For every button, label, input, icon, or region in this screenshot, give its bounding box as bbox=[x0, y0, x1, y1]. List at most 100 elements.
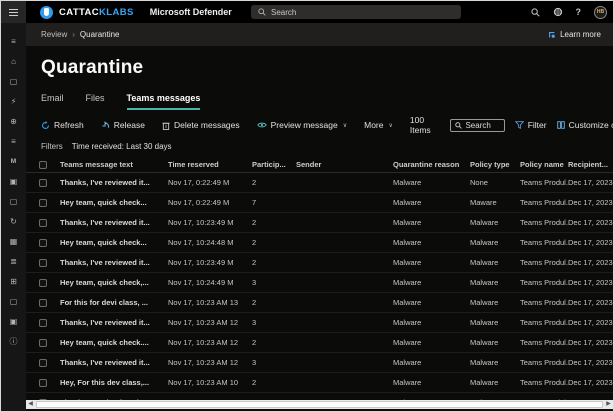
select-all-checkbox[interactable] bbox=[39, 161, 47, 169]
row-checkbox[interactable] bbox=[39, 259, 47, 267]
cell-recipient: Dec 17, 2023 bbox=[568, 338, 613, 347]
cell-participants: 2 bbox=[252, 338, 296, 347]
cell-message[interactable]: Thanks, I've reviewed it... bbox=[60, 358, 168, 367]
cell-message[interactable]: Hey team, quick check.... bbox=[60, 338, 168, 347]
cell-participants: 2 bbox=[252, 378, 296, 387]
refresh-button[interactable]: Refresh bbox=[41, 120, 84, 130]
column-header[interactable]: Policy name bbox=[520, 160, 568, 169]
quarantine-table: Teams message textTime reservedParticip.… bbox=[26, 157, 613, 412]
table-row[interactable]: Hey team, quick check.... Nov 17, 10:23 … bbox=[26, 333, 613, 353]
table-row[interactable]: Thanks, I've reviewed it... Nov 17, 10:2… bbox=[26, 353, 613, 373]
cell-message[interactable]: Thanks, I've reviewed it... bbox=[60, 318, 168, 327]
cell-message[interactable]: Hey team, quick check,... bbox=[60, 278, 168, 287]
column-header[interactable]: Teams message text bbox=[60, 160, 168, 169]
actions-submissions-icon[interactable]: ⚡ bbox=[1, 91, 26, 111]
scrollbar-thumb[interactable] bbox=[36, 401, 603, 408]
learn-more-link[interactable]: Learn more bbox=[548, 30, 601, 39]
help-icon[interactable]: ? bbox=[576, 7, 582, 17]
global-search-input[interactable]: Search bbox=[251, 5, 461, 19]
row-checkbox[interactable] bbox=[39, 299, 47, 307]
cell-time: Nov 17, 10:23:49 M bbox=[168, 258, 252, 267]
hamburger-icon[interactable] bbox=[1, 1, 26, 23]
learning-hub-icon[interactable]: ≡ bbox=[1, 131, 26, 151]
tab-email[interactable]: Email bbox=[41, 93, 64, 110]
assets-icon[interactable]: ▣ bbox=[1, 171, 26, 191]
cell-message[interactable]: For this for devi class, ... bbox=[60, 298, 168, 307]
devices-icon[interactable]: ▢ bbox=[1, 191, 26, 211]
cell-reason: Malware bbox=[393, 238, 470, 247]
scroll-left-icon[interactable]: ◀ bbox=[26, 400, 35, 409]
breadcrumb-review[interactable]: Review bbox=[41, 30, 67, 39]
more-button[interactable]: More ∨ bbox=[364, 120, 393, 130]
row-checkbox[interactable] bbox=[39, 379, 47, 387]
column-header[interactable]: Time reserved bbox=[168, 160, 252, 169]
secure-score-icon[interactable]: ⊕ bbox=[1, 111, 26, 131]
table-row[interactable]: Hey team, quick check... Nov 17, 10:24:4… bbox=[26, 233, 613, 253]
table-row[interactable]: Hey team, quick check,... Nov 17, 10:24:… bbox=[26, 273, 613, 293]
row-checkbox[interactable] bbox=[39, 359, 47, 367]
column-header[interactable]: Sender bbox=[296, 160, 393, 169]
column-header[interactable]: Quarantine reason bbox=[393, 160, 470, 169]
tab-files[interactable]: Files bbox=[86, 93, 105, 110]
row-checkbox[interactable] bbox=[39, 339, 47, 347]
row-checkbox[interactable] bbox=[39, 179, 47, 187]
cell-policy-type: Malware bbox=[470, 218, 520, 227]
email-collaboration-icon[interactable]: ▦ bbox=[1, 231, 26, 251]
search-icon[interactable] bbox=[531, 8, 540, 17]
horizontal-scrollbar[interactable]: ◀ ▶ bbox=[26, 400, 613, 409]
reports-icon[interactable]: ⊞ bbox=[1, 271, 26, 291]
avatar[interactable]: HB bbox=[594, 6, 607, 19]
cell-message[interactable]: Thanks, I've reviewed it... bbox=[60, 218, 168, 227]
cell-policy-type: Malware bbox=[470, 378, 520, 387]
incidents-icon[interactable]: ▢ bbox=[1, 71, 26, 91]
preview-message-button[interactable]: Preview message ∨ bbox=[257, 120, 348, 130]
row-checkbox[interactable] bbox=[39, 219, 47, 227]
row-checkbox[interactable] bbox=[39, 199, 47, 207]
scroll-right-icon[interactable]: ▶ bbox=[604, 400, 613, 409]
column-header[interactable]: Policy type bbox=[470, 160, 520, 169]
home-icon[interactable]: ⌂ bbox=[1, 51, 26, 71]
health-icon[interactable]: ▣ bbox=[1, 311, 26, 331]
row-checkbox[interactable] bbox=[39, 239, 47, 247]
refresh-icon bbox=[41, 121, 50, 130]
delete-messages-button[interactable]: Delete messages bbox=[162, 120, 240, 130]
cell-message[interactable]: Hey team, quick check... bbox=[60, 198, 168, 207]
filter-button[interactable]: Filter bbox=[515, 120, 547, 130]
cell-message[interactable]: Thanks, I've reviewed it... bbox=[60, 178, 168, 187]
identities-icon[interactable]: ↻ bbox=[1, 211, 26, 231]
cell-message[interactable]: Thanks, I've reviewed it... bbox=[60, 258, 168, 267]
table-row[interactable]: Hey team, quick check... Nov 17, 0:22:49… bbox=[26, 193, 613, 213]
audit-icon[interactable]: ▢ bbox=[1, 291, 26, 311]
table-row[interactable]: For this for devi class, ... Nov 17, 10:… bbox=[26, 293, 613, 313]
column-header[interactable]: Recipient... bbox=[568, 160, 613, 169]
cloud-apps-icon[interactable]: ≣ bbox=[1, 251, 26, 271]
table-row[interactable]: Hey, For this dev class,... Nov 17, 10:2… bbox=[26, 373, 613, 393]
cell-participants: 3 bbox=[252, 318, 296, 327]
cell-policy-type: Malware bbox=[470, 338, 520, 347]
cell-message[interactable]: Hey, For this dev class,... bbox=[60, 378, 168, 387]
filter-time-received[interactable]: Time received: Last 30 days bbox=[72, 142, 172, 151]
cell-message[interactable]: Hey team, quick check... bbox=[60, 238, 168, 247]
settings-icon[interactable]: ⓘ bbox=[1, 331, 26, 351]
row-checkbox[interactable] bbox=[39, 279, 47, 287]
table-search-input[interactable]: Search bbox=[450, 119, 504, 132]
column-header[interactable]: Particip... bbox=[252, 160, 296, 169]
table-row[interactable]: Thanks, I've reviewed it... Nov 17, 10:2… bbox=[26, 213, 613, 233]
cell-time: Nov 17, 10:23 AM 12 bbox=[168, 338, 252, 347]
table-row[interactable]: Thanks, I've reviewed it... Nov 17, 10:2… bbox=[26, 313, 613, 333]
settings-icon[interactable] bbox=[553, 7, 563, 17]
cell-participants: 2 bbox=[252, 178, 296, 187]
toolbar: Refresh Release Delete messages bbox=[41, 116, 598, 134]
release-button[interactable]: Release bbox=[101, 120, 145, 130]
table-row[interactable]: Thanks, I've reviewed it... Nov 17, 10:2… bbox=[26, 253, 613, 273]
cell-policy-type: Malware bbox=[470, 258, 520, 267]
row-checkbox[interactable] bbox=[39, 319, 47, 327]
filters-label: Filters bbox=[41, 142, 63, 151]
release-icon bbox=[101, 121, 110, 130]
table-row[interactable]: Thanks, I've reviewed it... Nov 17, 0:22… bbox=[26, 173, 613, 193]
m365-apps-icon[interactable]: M bbox=[1, 151, 26, 171]
nav-menu-icon[interactable]: ≡ bbox=[1, 31, 26, 51]
tab-teams-messages[interactable]: Teams messages bbox=[127, 93, 201, 110]
toolbar-right: 100 Items Search Filter bbox=[410, 115, 614, 135]
customize-columns-button[interactable]: Customize columns ∨ bbox=[557, 120, 614, 130]
